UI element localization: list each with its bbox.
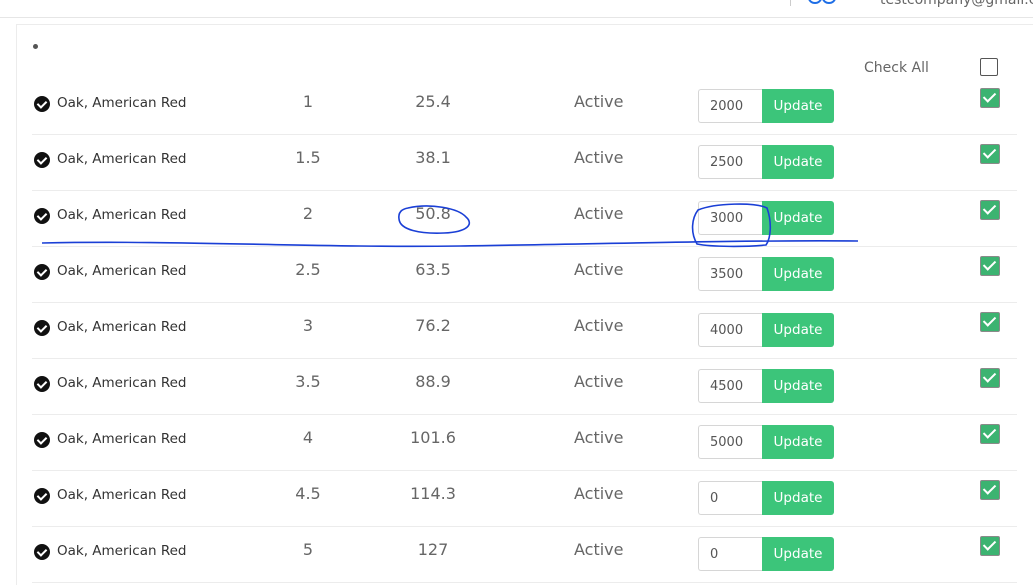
thickness-inch: 2 (302, 204, 314, 223)
top-bar: testcompany@gmail.com (0, 0, 1033, 18)
price-input[interactable] (698, 89, 762, 123)
table-row: Oak, American Red 5 127 Active Update (32, 526, 1017, 583)
row-select-checkbox[interactable] (980, 144, 1000, 164)
update-button[interactable]: Update (762, 313, 834, 347)
update-button[interactable]: Update (762, 425, 834, 459)
wood-name: Oak, American Red (57, 431, 187, 447)
thickness-mm: 38.1 (415, 148, 451, 167)
check-circle-icon (34, 264, 50, 280)
row-select-checkbox[interactable] (980, 536, 1000, 556)
check-all-label: Check All (864, 60, 929, 76)
check-circle-icon (34, 208, 50, 224)
wood-name: Oak, American Red (57, 263, 187, 279)
row-select-checkbox[interactable] (980, 368, 1000, 388)
wood-name: Oak, American Red (57, 319, 187, 335)
status-text: Active (574, 428, 624, 447)
thickness-mm: 76.2 (415, 316, 451, 335)
row-select-checkbox[interactable] (980, 256, 1000, 276)
thickness-inch: 4 (302, 428, 314, 447)
update-button[interactable]: Update (762, 369, 834, 403)
wood-name: Oak, American Red (57, 151, 187, 167)
wood-name: Oak, American Red (57, 543, 187, 559)
table-row: Oak, American Red 4 101.6 Active Update (32, 414, 1017, 471)
thickness-inch: 2.5 (295, 260, 321, 279)
price-input[interactable] (698, 425, 762, 459)
wood-name: Oak, American Red (57, 207, 187, 223)
table-row: Oak, American Red 3.5 88.9 Active Update (32, 358, 1017, 415)
price-input[interactable] (698, 369, 762, 403)
row-select-checkbox[interactable] (980, 200, 1000, 220)
header-divider (790, 0, 791, 6)
thickness-inch: 1.5 (295, 148, 321, 167)
table-row: Oak, American Red 4.5 114.3 Active Update (32, 470, 1017, 527)
update-button[interactable]: Update (762, 89, 834, 123)
price-input[interactable] (698, 145, 762, 179)
check-circle-icon (34, 320, 50, 336)
status-text: Active (574, 260, 624, 279)
status-text: Active (574, 148, 624, 167)
update-button[interactable]: Update (762, 257, 834, 291)
thickness-inch: 3.5 (295, 372, 321, 391)
thickness-inch: 4.5 (295, 484, 321, 503)
thickness-inch: 3 (302, 316, 314, 335)
status-text: Active (574, 484, 624, 503)
row-select-checkbox[interactable] (980, 88, 1000, 108)
user-email[interactable]: testcompany@gmail.com (880, 0, 1033, 8)
thickness-mm: 101.6 (410, 428, 456, 447)
update-button[interactable]: Update (762, 145, 834, 179)
price-input[interactable] (698, 481, 762, 515)
thickness-mm: 114.3 (410, 484, 456, 503)
row-select-checkbox[interactable] (980, 480, 1000, 500)
table-row: Oak, American Red 3 76.2 Active Update (32, 302, 1017, 359)
table-row: Oak, American Red 2 50.8 Active Update (32, 190, 1017, 247)
update-button[interactable]: Update (762, 201, 834, 235)
wood-name: Oak, American Red (57, 487, 187, 503)
price-input[interactable] (698, 201, 762, 235)
thickness-inch: 5 (302, 540, 314, 559)
table-row: Oak, American Red 1.5 38.1 Active Update (32, 134, 1017, 191)
row-select-checkbox[interactable] (980, 312, 1000, 332)
wood-name: Oak, American Red (57, 375, 187, 391)
check-circle-icon (34, 96, 50, 112)
price-input[interactable] (698, 257, 762, 291)
price-input[interactable] (698, 313, 762, 347)
thickness-mm: 63.5 (415, 260, 451, 279)
update-button[interactable]: Update (762, 481, 834, 515)
status-text: Active (574, 540, 624, 559)
thickness-mm: 127 (417, 540, 449, 559)
status-text: Active (574, 92, 624, 111)
thickness-mm: 50.8 (415, 204, 451, 223)
check-circle-icon (34, 488, 50, 504)
check-circle-icon (34, 376, 50, 392)
check-circle-icon (34, 432, 50, 448)
table-row: Oak, American Red 1 25.4 Active Update (32, 78, 1017, 135)
check-circle-icon (34, 152, 50, 168)
check-circle-icon (34, 544, 50, 560)
thickness-mm: 25.4 (415, 92, 451, 111)
status-text: Active (574, 316, 624, 335)
price-input[interactable] (698, 537, 762, 571)
table-row: Oak, American Red 2.5 63.5 Active Update (32, 246, 1017, 303)
row-select-checkbox[interactable] (980, 424, 1000, 444)
update-button[interactable]: Update (762, 537, 834, 571)
status-text: Active (574, 372, 624, 391)
wood-name: Oak, American Red (57, 95, 187, 111)
list-bullet (33, 44, 38, 49)
user-avatar-icon[interactable] (808, 0, 842, 4)
status-text: Active (574, 204, 624, 223)
check-all-checkbox[interactable] (980, 58, 998, 76)
thickness-mm: 88.9 (415, 372, 451, 391)
thickness-inch: 1 (302, 92, 314, 111)
